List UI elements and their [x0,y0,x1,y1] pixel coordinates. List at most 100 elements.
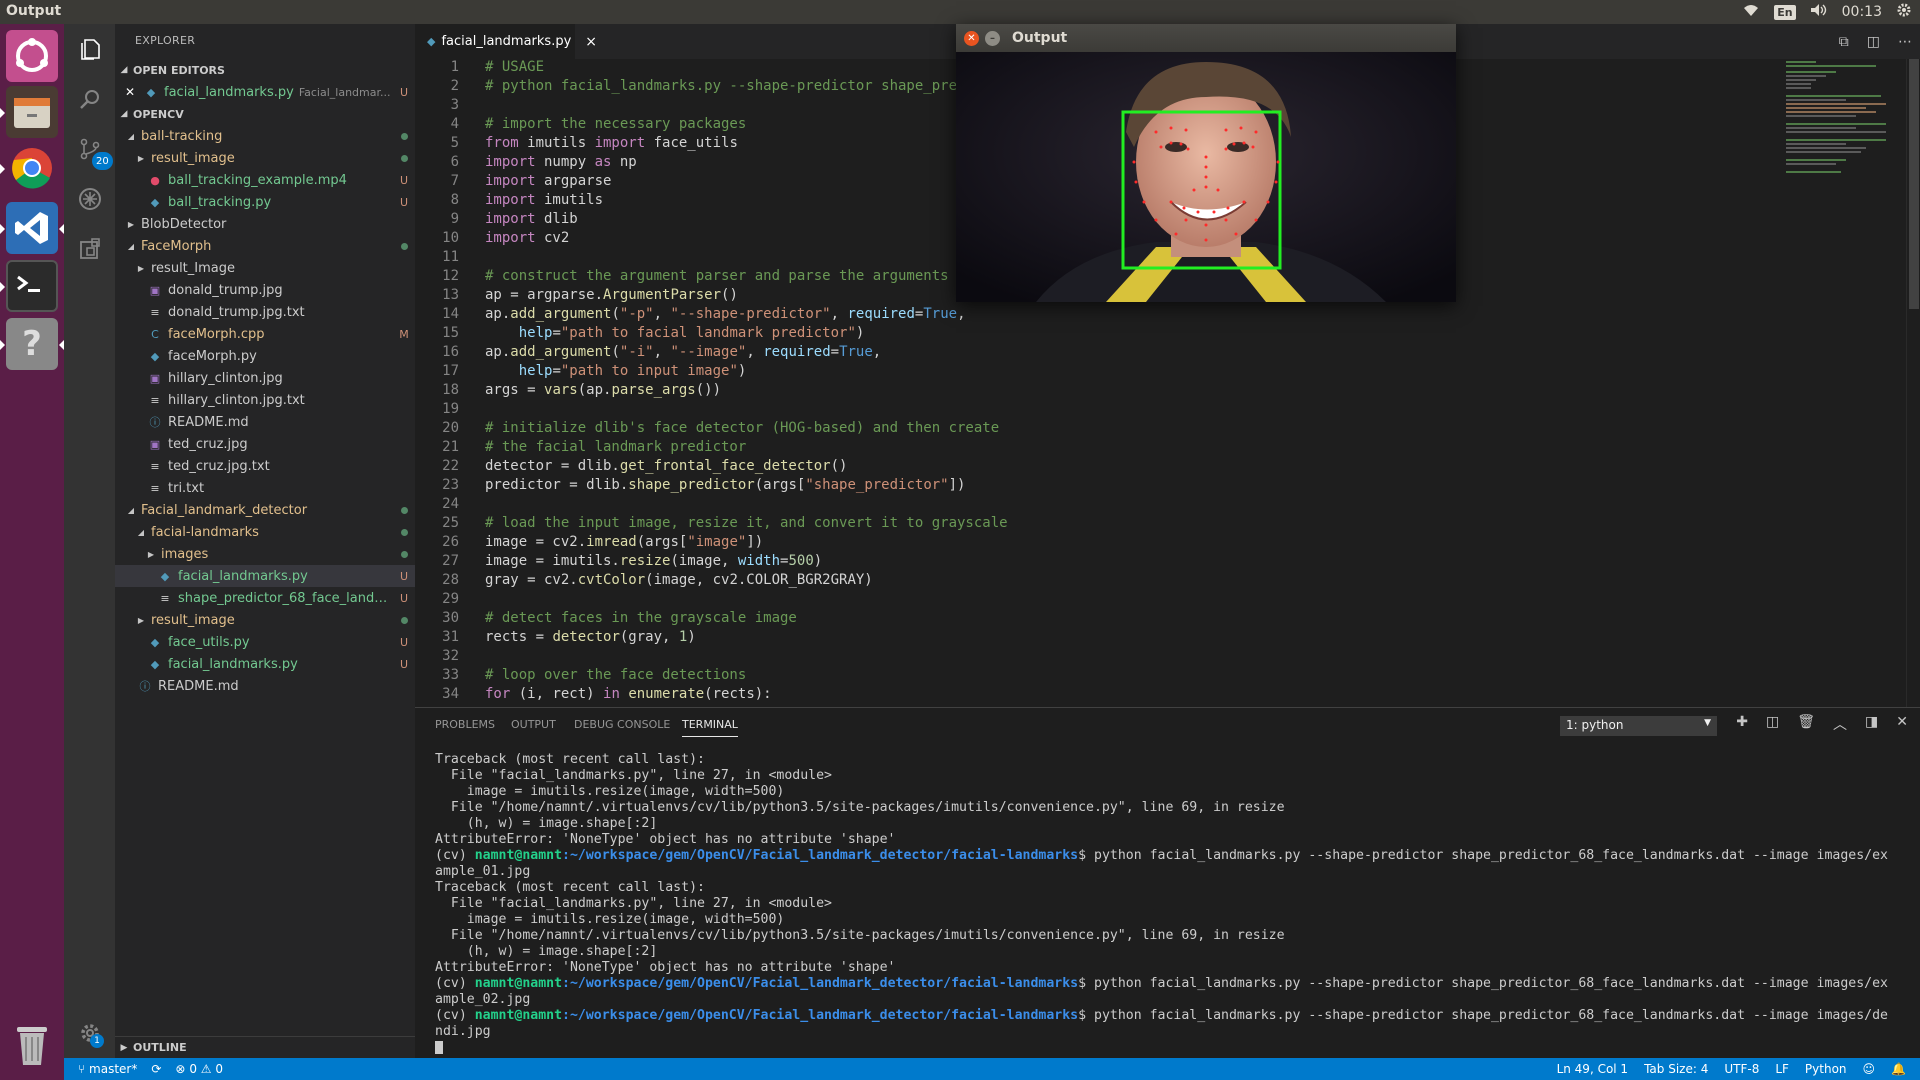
line-ending[interactable]: LF [1775,1062,1789,1076]
vscode-icon[interactable] [6,202,58,254]
split-editor-icon[interactable]: ◫ [1867,34,1880,50]
tree-item-label: BlobDetector [141,216,227,232]
git-status: U [399,195,409,209]
wifi-icon[interactable] [1742,3,1760,21]
tree-folder[interactable]: ◢ ball-tracking [115,125,415,147]
tree-file[interactable]: ⓘ README.md [115,411,415,433]
extensions-icon[interactable] [64,224,115,274]
modified-dot [400,154,408,162]
tree-folder[interactable]: ▶ result_image [115,147,415,169]
code-line: rects = detector(gray, 1) [485,629,696,645]
running-indicator [0,108,5,118]
project-section[interactable]: ◢ OPENCV [115,103,415,125]
split-terminal-icon[interactable]: ◫ [1766,714,1779,734]
kill-terminal-icon[interactable]: 🗑 [1797,714,1815,734]
terminal-output[interactable]: Traceback (most recent call last): File … [435,752,1905,1056]
terminal-line: Traceback (most recent call last): [435,880,705,895]
more-actions-icon[interactable]: ⋯ [1898,34,1912,50]
tab-debug-console[interactable]: DEBUG CONSOLE [574,718,670,731]
tree-file[interactable]: ≡ shape_predictor_68_face_landmar... U [115,587,415,609]
tree-folder[interactable]: ▶ BlobDetector [115,213,415,235]
tree-file[interactable]: ◆ facial_landmarks.py U [115,565,415,587]
new-terminal-icon[interactable]: ✚ [1736,714,1748,734]
tree-item-label: faceMorph.py [168,348,257,364]
files-icon[interactable] [6,86,58,138]
chrome-icon[interactable] [6,142,58,194]
code-line: import argparse [485,173,612,189]
tab-output[interactable]: OUTPUT [511,718,556,731]
help-icon[interactable]: ? [6,318,58,370]
tree-file[interactable]: ▣ ted_cruz.jpg [115,433,415,455]
keyboard-layout-indicator[interactable]: En [1774,4,1796,20]
maximize-panel-icon[interactable]: ︿ [1833,714,1847,734]
tab-size[interactable]: Tab Size: 4 [1644,1062,1708,1076]
tree-file[interactable]: ≡ donald_trump.jpg.txt [115,301,415,323]
terminal-select[interactable]: 1: python ▼ [1560,716,1717,736]
panel-layout-icon[interactable]: ◨ [1865,714,1878,734]
problems-summary[interactable]: ⊗ 0 ⚠ 0 [175,1062,223,1076]
tree-file[interactable]: ◆ ball_tracking.py U [115,191,415,213]
tree-folder[interactable]: ◢ facial-landmarks [115,521,415,543]
minimap[interactable] [1786,59,1906,179]
tree-file[interactable]: ≡ tri.txt [115,477,415,499]
open-changes-icon[interactable]: ⧉ [1839,34,1849,50]
settings-gear-icon[interactable]: 1 [64,1008,115,1058]
line-number: 28 [442,572,459,588]
source-control-icon[interactable]: 20 [64,124,115,174]
language-mode[interactable]: Python [1805,1062,1847,1076]
tab-terminal[interactable]: TERMINAL [682,718,738,737]
notifications-bell-icon[interactable]: 🔔 [1891,1062,1906,1076]
tree-file[interactable]: ◆ face_utils.py U [115,631,415,653]
close-tab-icon[interactable]: × [585,34,597,50]
window-titlebar[interactable]: ✕ – Output [956,24,1456,52]
open-editor-item[interactable]: ✕ ◆ facial_landmarks.py Facial_landmar..… [115,81,415,103]
line-number: 25 [442,515,459,531]
tree-folder[interactable]: ▶ images [115,543,415,565]
tree-file[interactable]: ▣ donald_trump.jpg [115,279,415,301]
tree-file[interactable]: ▣ hillary_clinton.jpg [115,367,415,389]
editor-scrollbar[interactable] [1906,59,1920,707]
feedback-smiley-icon[interactable]: ☺ [1863,1062,1876,1076]
encoding[interactable]: UTF-8 [1724,1062,1759,1076]
tree-file[interactable]: ● ball_tracking_example.mp4 U [115,169,415,191]
sync-icon[interactable]: ⟳ [151,1062,161,1076]
tree-file[interactable]: ⓘ README.md [115,675,415,697]
tree-folder[interactable]: ◢ FaceMorph [115,235,415,257]
tab-problems[interactable]: PROBLEMS [435,718,495,731]
volume-icon[interactable] [1810,3,1828,21]
git-branch[interactable]: ⑂ master* [78,1062,137,1076]
tree-file[interactable]: ◆ facial_landmarks.py U [115,653,415,675]
tree-file[interactable]: ≡ ted_cruz.jpg.txt [115,455,415,477]
open-editors-section[interactable]: ◢ OPEN EDITORS [115,59,415,81]
tree-folder[interactable]: ◢ Facial_landmark_detector [115,499,415,521]
tree-folder[interactable]: ▶ result_Image [115,257,415,279]
running-indicator [0,224,5,234]
top-panel: Output En 00:13 [0,0,1920,24]
minimize-window-icon[interactable]: – [985,30,1000,46]
tree-file[interactable]: CfaceMorph.cpp M [115,323,415,345]
search-icon[interactable] [64,74,115,124]
output-image-window[interactable]: ✕ – Output [956,24,1456,302]
debug-icon[interactable] [64,174,115,224]
terminal-icon[interactable] [6,260,58,312]
close-icon[interactable]: ✕ [115,85,135,99]
tab-facial-landmarks[interactable]: ◆ facial_landmarks.py × [415,24,597,59]
git-status: M [399,327,409,341]
close-panel-icon[interactable]: ✕ [1896,714,1908,734]
tree-file[interactable]: ≡ hillary_clinton.jpg.txt [115,389,415,411]
explorer-icon[interactable] [64,24,115,74]
tree-file[interactable]: ◆ faceMorph.py [115,345,415,367]
ubuntu-dash-icon[interactable] [6,30,58,82]
terminal-line: AttributeError: 'NoneType' object has no… [435,960,896,975]
tree-folder[interactable]: ▶ result_image [115,609,415,631]
code-line: # the facial landmark predictor [485,439,747,455]
scrollbar-thumb[interactable] [1909,59,1919,309]
outline-section[interactable]: ▶ OUTLINE [115,1036,415,1058]
cursor-position[interactable]: Ln 49, Col 1 [1557,1062,1629,1076]
clock[interactable]: 00:13 [1842,4,1882,20]
terminal-line: Traceback (most recent call last): [435,752,705,767]
trash-icon[interactable] [6,1018,58,1070]
close-window-icon[interactable]: ✕ [964,30,979,46]
system-gear-icon[interactable] [1896,2,1912,22]
terminal-line: image = imutils.resize(image, width=500) [435,784,785,799]
